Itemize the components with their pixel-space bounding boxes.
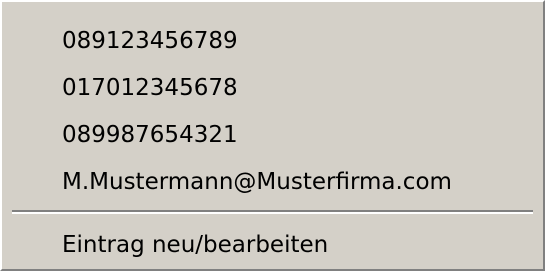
menu-item-phone-2[interactable]: 017012345678 <box>4 66 541 110</box>
menu-item-phone-1[interactable]: 089123456789 <box>4 19 541 63</box>
menu-separator <box>12 210 533 214</box>
context-menu: 089123456789 017012345678 089987654321 M… <box>0 0 545 271</box>
menu-item-phone-3[interactable]: 089987654321 <box>4 113 541 157</box>
menu-item-edit-entry[interactable]: Eintrag neu/bearbeiten <box>4 223 541 267</box>
menu-item-email[interactable]: M.Mustermann@Musterfirma.com <box>4 160 541 204</box>
